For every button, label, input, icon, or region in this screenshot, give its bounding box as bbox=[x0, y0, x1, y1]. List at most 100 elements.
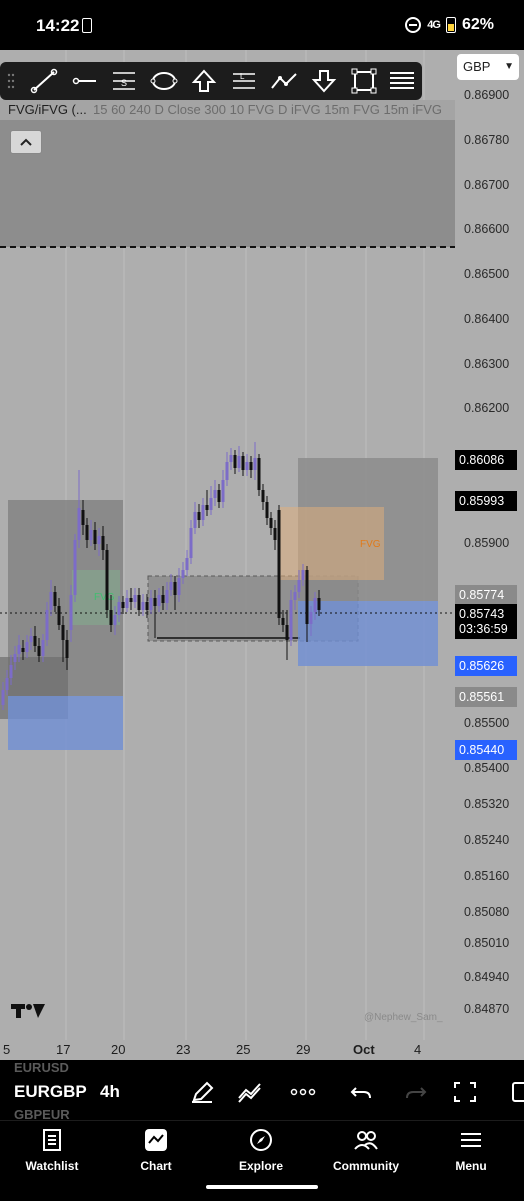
nav-menu[interactable]: Menu bbox=[421, 1127, 521, 1173]
nav-label: Watchlist bbox=[25, 1159, 79, 1173]
undo-icon bbox=[350, 1087, 371, 1099]
timeframe-button[interactable]: 4h bbox=[100, 1082, 120, 1102]
candle-body bbox=[53, 592, 57, 606]
arrow-up-tool-icon[interactable] bbox=[188, 66, 220, 96]
candle-body bbox=[109, 610, 113, 625]
symbol-name[interactable]: EURGBP bbox=[14, 1082, 87, 1102]
price-tick: 0.86500 bbox=[464, 267, 510, 281]
redo-button[interactable] bbox=[401, 1080, 429, 1104]
drawing-tools-button[interactable] bbox=[188, 1080, 216, 1104]
fullscreen-icon bbox=[454, 1082, 476, 1102]
candle-body bbox=[225, 462, 229, 480]
text-lines-tool-icon[interactable] bbox=[386, 66, 418, 96]
path-tool-icon[interactable] bbox=[268, 66, 300, 96]
indicators-icon bbox=[238, 1083, 261, 1103]
candle-body bbox=[253, 458, 257, 470]
candle-body bbox=[281, 618, 285, 625]
price-tag: 0.86086 bbox=[455, 450, 517, 470]
time-axis[interactable]: 5 17 20 23 25 29 Oct 4 bbox=[0, 1040, 524, 1060]
price-tick: 0.85240 bbox=[464, 833, 510, 847]
price-tick: 0.84940 bbox=[464, 970, 510, 984]
candle-body bbox=[117, 602, 121, 615]
nav-label: Menu bbox=[455, 1159, 487, 1173]
status-bar: 14:22 4G 62% bbox=[0, 0, 524, 50]
time-tick: 5 bbox=[3, 1042, 11, 1057]
nav-explore[interactable]: Explore bbox=[211, 1127, 311, 1173]
arrow-down-tool-icon[interactable] bbox=[308, 66, 340, 96]
long-position-tool-icon[interactable]: S bbox=[108, 66, 140, 96]
candle-body bbox=[81, 510, 85, 525]
indicators-button[interactable] bbox=[236, 1080, 264, 1104]
fvg-green-label: FVG bbox=[94, 592, 115, 603]
battery-icon bbox=[445, 17, 456, 33]
nav-watchlist[interactable]: Watchlist bbox=[2, 1127, 102, 1173]
candle-body bbox=[173, 582, 177, 595]
candle-body bbox=[181, 570, 185, 578]
candle-body bbox=[145, 602, 149, 610]
candle-body bbox=[209, 498, 213, 510]
candle-body bbox=[149, 598, 153, 610]
candle-body bbox=[201, 505, 205, 520]
fvg-orange-label: FVG bbox=[360, 539, 381, 550]
premium-zone bbox=[0, 100, 455, 247]
candle-body bbox=[25, 642, 29, 652]
candle-body bbox=[197, 512, 201, 520]
indicator-name[interactable]: FVG/iFVG (... bbox=[8, 100, 87, 120]
compass-icon bbox=[250, 1129, 272, 1151]
undo-button[interactable] bbox=[348, 1080, 376, 1104]
candle-body bbox=[261, 490, 265, 502]
drag-handle-icon[interactable] bbox=[7, 73, 15, 89]
price-tag: 0.85626 bbox=[455, 656, 517, 676]
nav-community[interactable]: Community bbox=[316, 1127, 416, 1173]
price-tag: 0.85993 bbox=[455, 491, 517, 511]
candle-body bbox=[269, 518, 273, 528]
collapse-legend-button[interactable] bbox=[10, 130, 42, 154]
fib-retracement-tool-icon[interactable]: L bbox=[228, 66, 260, 96]
indicator-params: 15 60 240 D Close 300 10 FVG D iFVG 15m … bbox=[93, 102, 442, 117]
nav-chart[interactable]: Chart bbox=[106, 1127, 206, 1173]
candle-body bbox=[77, 508, 81, 540]
candle-body bbox=[217, 490, 221, 502]
candle-body bbox=[97, 536, 101, 544]
fullscreen-button[interactable] bbox=[451, 1080, 479, 1104]
candle-body bbox=[133, 595, 137, 602]
candle-body bbox=[69, 595, 73, 630]
status-time: 14:22 bbox=[36, 16, 80, 35]
trend-line-tool-icon[interactable] bbox=[28, 66, 60, 96]
indicator-legend[interactable]: FVG/iFVG (... 15 60 240 D Close 300 10 F… bbox=[0, 100, 455, 120]
chart-area[interactable]: FVG FVG @Nephew_Sam_ 0.86900 0.86780 0.8… bbox=[0, 50, 524, 1060]
candle-body bbox=[65, 640, 69, 658]
tradingview-logo bbox=[11, 1004, 45, 1018]
candle-body bbox=[221, 480, 225, 502]
symbol-bar[interactable]: EURUSD EURGBP 4h GBPEUR bbox=[0, 1060, 524, 1122]
chevron-down-icon: ▼ bbox=[504, 61, 514, 72]
price-tick: 0.86700 bbox=[464, 178, 510, 192]
price-chart[interactable]: FVG FVG @Nephew_Sam_ bbox=[0, 50, 524, 1060]
time-tick: 29 bbox=[296, 1042, 311, 1057]
candle-body bbox=[121, 602, 125, 608]
price-tick: 0.85320 bbox=[464, 797, 510, 811]
price-tick: 0.86400 bbox=[464, 312, 510, 326]
price-tick: 0.86780 bbox=[464, 133, 510, 147]
side-panel-button[interactable] bbox=[505, 1080, 524, 1104]
drawing-toolbar[interactable]: S L bbox=[0, 62, 422, 100]
currency-select-value: GBP bbox=[463, 59, 491, 74]
candle-body bbox=[289, 600, 293, 640]
prev-symbol[interactable]: EURUSD bbox=[14, 1060, 69, 1075]
nav-label: Community bbox=[333, 1159, 399, 1173]
price-tag: 0.85774 bbox=[455, 585, 517, 605]
more-button[interactable] bbox=[289, 1080, 317, 1104]
candle-body bbox=[9, 665, 13, 678]
candle-body bbox=[309, 612, 313, 624]
watchlist-icon bbox=[43, 1129, 61, 1151]
price-tick: 0.85400 bbox=[464, 761, 510, 775]
ellipse-tool-icon[interactable] bbox=[148, 66, 180, 96]
candle-body bbox=[125, 598, 129, 608]
currency-select[interactable]: GBP ▼ bbox=[457, 54, 519, 80]
home-indicator[interactable] bbox=[206, 1185, 318, 1189]
rectangle-tool-icon[interactable] bbox=[348, 66, 380, 96]
horizontal-ray-tool-icon[interactable] bbox=[68, 66, 100, 96]
candle-body bbox=[93, 530, 97, 544]
svg-text:S: S bbox=[121, 78, 127, 88]
candle-body bbox=[37, 646, 41, 656]
